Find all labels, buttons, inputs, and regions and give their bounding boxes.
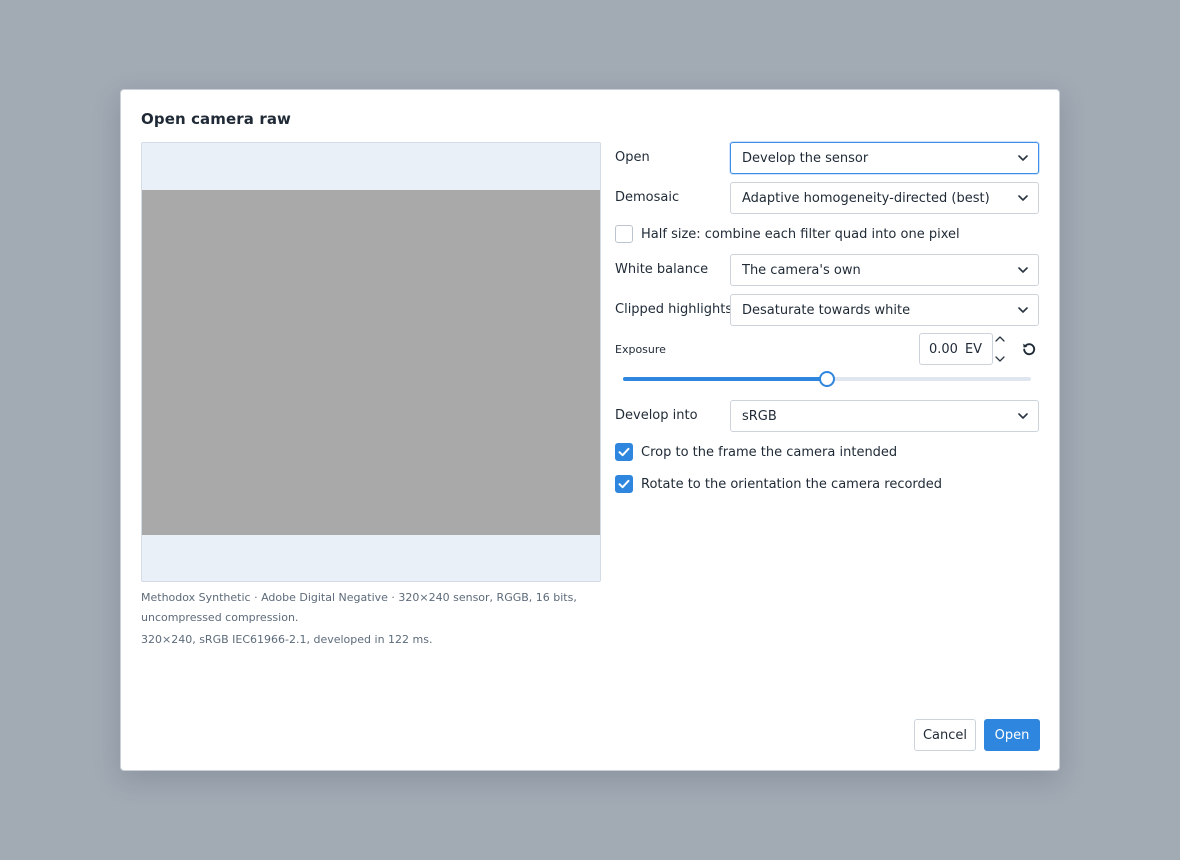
open-mode-select[interactable]: Develop the sensor bbox=[730, 142, 1039, 174]
check-icon bbox=[618, 447, 630, 457]
clipped-highlights-label: Clipped highlights bbox=[615, 302, 733, 317]
reset-icon[interactable] bbox=[1021, 341, 1037, 357]
exposure-label: Exposure bbox=[615, 343, 666, 356]
exposure-slider[interactable] bbox=[623, 371, 1031, 387]
clipped-highlights-value: Desaturate towards white bbox=[742, 302, 911, 318]
clipped-highlights-select[interactable]: Desaturate towards white bbox=[730, 294, 1039, 326]
rotate-label: Rotate to the orientation the camera rec… bbox=[641, 476, 943, 492]
image-output-info: 320×240, sRGB IEC61966-2.1, developed in… bbox=[141, 633, 433, 646]
white-balance-value: The camera's own bbox=[742, 262, 861, 278]
cancel-button[interactable]: Cancel bbox=[914, 719, 976, 751]
check-icon bbox=[618, 479, 630, 489]
rotate-checkbox-row[interactable]: Rotate to the orientation the camera rec… bbox=[615, 475, 942, 493]
half-size-checkbox[interactable] bbox=[615, 225, 633, 243]
demosaic-value: Adaptive homogeneity-directed (best) bbox=[742, 190, 990, 206]
open-label: Open bbox=[615, 150, 650, 165]
develop-into-value: sRGB bbox=[742, 408, 777, 424]
exposure-slider-fill bbox=[623, 377, 827, 381]
exposure-slider-thumb[interactable] bbox=[819, 371, 835, 387]
half-size-checkbox-row[interactable]: Half size: combine each filter quad into… bbox=[615, 225, 960, 243]
develop-into-label: Develop into bbox=[615, 408, 698, 423]
chevron-up-icon[interactable] bbox=[995, 336, 1005, 342]
crop-checkbox-row[interactable]: Crop to the frame the camera intended bbox=[615, 443, 897, 461]
open-camera-raw-dialog: Open camera raw Methodox Synthetic · Ado… bbox=[120, 89, 1060, 771]
image-source-info: Methodox Synthetic · Adobe Digital Negat… bbox=[141, 591, 577, 624]
exposure-input[interactable]: 0.00 EV bbox=[919, 333, 993, 365]
open-mode-value: Develop the sensor bbox=[742, 150, 869, 166]
chevron-down-icon[interactable] bbox=[995, 356, 1005, 362]
preview-image bbox=[142, 190, 600, 535]
crop-label: Crop to the frame the camera intended bbox=[641, 444, 898, 460]
open-button[interactable]: Open bbox=[984, 719, 1040, 751]
chevron-down-icon bbox=[1016, 151, 1030, 165]
exposure-unit: EV bbox=[964, 341, 983, 357]
half-size-label: Half size: combine each filter quad into… bbox=[641, 226, 960, 242]
chevron-down-icon bbox=[1016, 263, 1030, 277]
rotate-checkbox[interactable] bbox=[615, 475, 633, 493]
crop-checkbox[interactable] bbox=[615, 443, 633, 461]
white-balance-select[interactable]: The camera's own bbox=[730, 254, 1039, 286]
dialog-title: Open camera raw bbox=[141, 110, 291, 128]
white-balance-label: White balance bbox=[615, 262, 709, 277]
demosaic-label: Demosaic bbox=[615, 190, 680, 205]
demosaic-select[interactable]: Adaptive homogeneity-directed (best) bbox=[730, 182, 1039, 214]
exposure-spin-buttons bbox=[993, 336, 1007, 362]
chevron-down-icon bbox=[1016, 409, 1030, 423]
exposure-value: 0.00 bbox=[929, 341, 958, 357]
preview-pane bbox=[141, 142, 601, 582]
chevron-down-icon bbox=[1016, 303, 1030, 317]
chevron-down-icon bbox=[1016, 191, 1030, 205]
develop-into-select[interactable]: sRGB bbox=[730, 400, 1039, 432]
